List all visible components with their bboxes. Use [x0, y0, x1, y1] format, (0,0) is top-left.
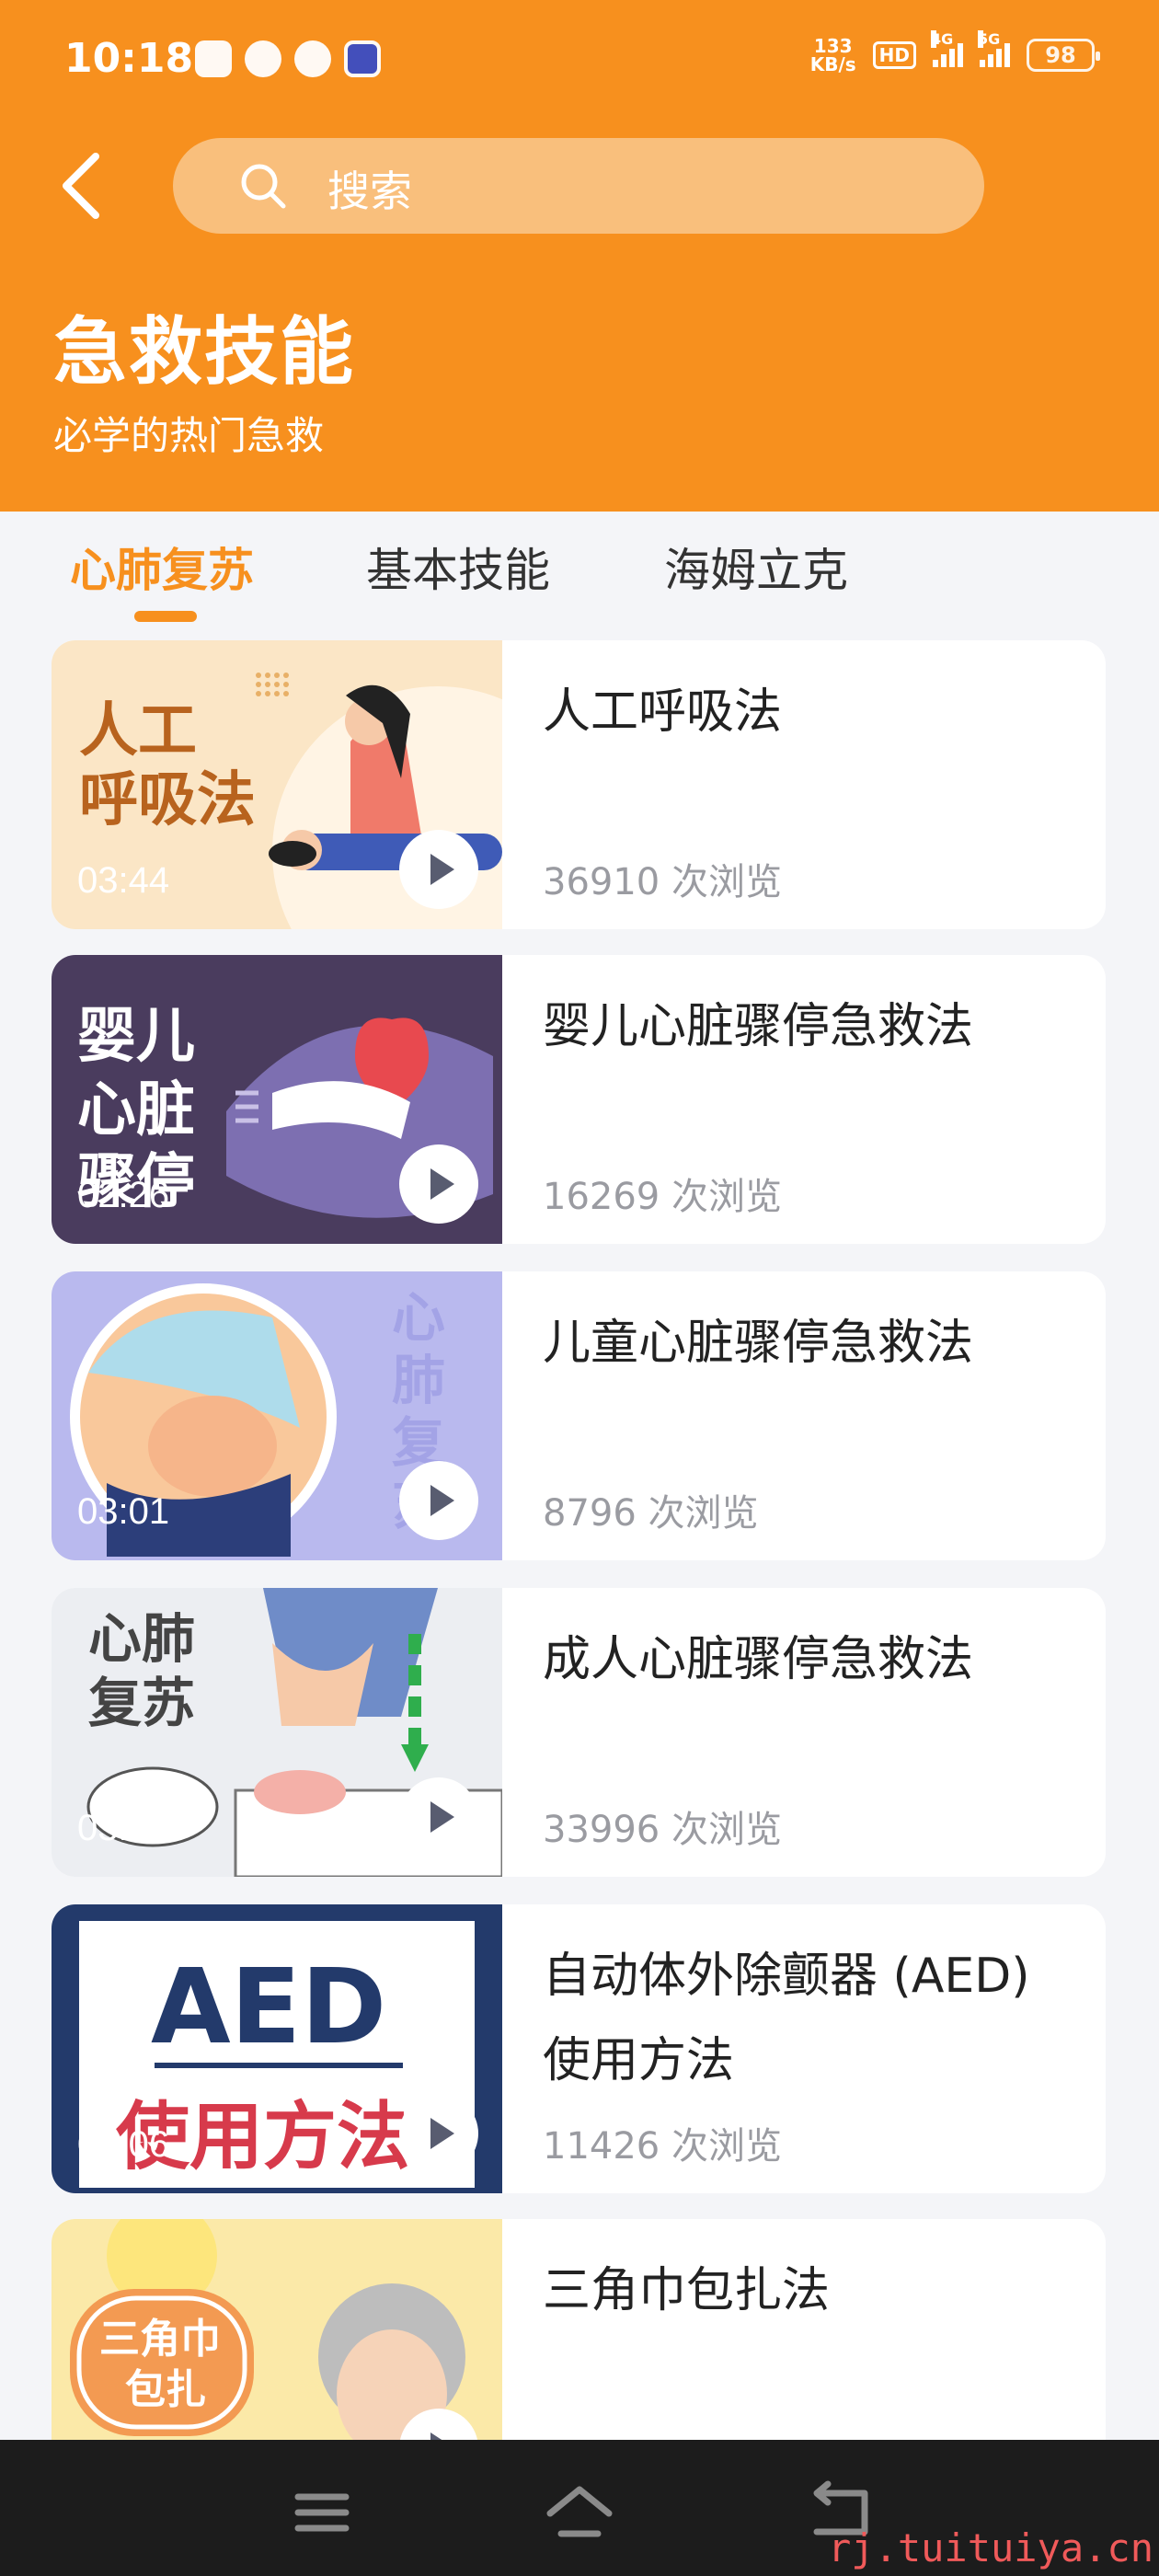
video-thumbnail: AED 使用方法 02:06 [52, 1904, 502, 2193]
menu-icon [294, 2493, 350, 2532]
net-speed-value: 133 [813, 35, 853, 57]
signal-4g-icon: 4G [931, 30, 963, 67]
tab-basic-skills[interactable]: 基本技能 [366, 534, 550, 600]
tab-bar: 心肺复苏 基本技能 海姆立克 [0, 512, 1159, 622]
svg-text:心: 心 [392, 1286, 445, 1349]
video-duration: 02:26 [77, 1175, 170, 1215]
video-thumbnail: 心 肺 复 苏 03:01 [52, 1271, 502, 1560]
tab-cpr[interactable]: 心肺复苏 [70, 534, 254, 600]
svg-text:肺: 肺 [392, 1349, 445, 1411]
app-notification-icon [344, 40, 381, 77]
header: 10:18 133 KB/s HD 4G 5G 98 搜索 急救技能 必学的热门… [0, 0, 1159, 512]
svg-text:心肺: 心肺 [88, 1607, 195, 1670]
video-card[interactable]: 婴儿 心脏 骤停 02:26 婴儿心脏骤停急救法 16269 次浏览 [52, 955, 1106, 1244]
video-thumbnail: 婴儿 心脏 骤停 02:26 [52, 955, 502, 1244]
video-card[interactable]: AED 使用方法 02:06 自动体外除颤器 (AED) 使用方法 11426 … [52, 1904, 1106, 2193]
chevron-left-icon [63, 153, 99, 219]
play-icon[interactable] [399, 830, 478, 909]
page: 10:18 133 KB/s HD 4G 5G 98 搜索 急救技能 必学的热门… [0, 0, 1159, 2576]
svg-text:婴儿: 婴儿 [77, 1003, 195, 1071]
play-icon[interactable] [399, 1777, 478, 1857]
video-views: 36910 次浏览 [543, 861, 782, 903]
play-icon[interactable] [399, 1461, 478, 1540]
video-views: 33996 次浏览 [543, 1809, 782, 1851]
battery-icon: 98 [1027, 39, 1100, 72]
page-subtitle: 必学的热门急救 [53, 413, 325, 458]
avatar-notification-icon [245, 40, 281, 77]
video-title: 成人心脏骤停急救法 [543, 1632, 974, 1687]
cloud-icon [294, 40, 331, 77]
tab-heimlich[interactable]: 海姆立克 [664, 534, 848, 600]
video-title: 儿童心脏骤停急救法 [543, 1316, 974, 1371]
video-title: 自动体外除颤器 (AED) 使用方法 [543, 1949, 1030, 2088]
video-duration: 03:01 [77, 1491, 170, 1532]
play-icon[interactable] [399, 2094, 478, 2173]
signal-4g-label: 4G [931, 30, 954, 48]
status-bar: 10:18 133 KB/s HD 4G 5G 98 [0, 0, 1159, 120]
video-duration: 02:06 [77, 2124, 170, 2165]
home-icon [546, 2486, 613, 2537]
video-card[interactable]: 心肺 复苏 03:10 成人心脏骤停急救法 33996 次浏览 [52, 1588, 1106, 1877]
status-right: 133 KB/s HD 4G 5G 98 [810, 30, 1100, 74]
svg-text:AED: AED [151, 1948, 386, 2067]
hd-badge: HD [872, 41, 916, 69]
play-icon[interactable] [399, 1144, 478, 1224]
video-title: 三角巾包扎法 [543, 2263, 831, 2318]
page-title: 急救技能 [53, 309, 355, 395]
video-title: 婴儿心脏骤停急救法 [543, 999, 974, 1054]
svg-text:三角巾: 三角巾 [99, 2316, 221, 2363]
video-views: 16269 次浏览 [543, 1176, 782, 1218]
signal-5g-label: 5G [978, 30, 1001, 48]
video-duration: 03:44 [77, 860, 170, 901]
battery-level: 98 [1045, 42, 1076, 68]
video-card[interactable]: 人工 呼吸法 03:44 人工呼吸法 36910 次浏览 [52, 640, 1106, 929]
svg-text:人工: 人工 [79, 697, 197, 765]
video-views: 11426 次浏览 [543, 2125, 782, 2168]
tab-indicator [134, 611, 197, 622]
back-button[interactable] [48, 138, 121, 230]
notification-icons [195, 40, 381, 77]
search-placeholder: 搜索 [327, 167, 412, 216]
search-input[interactable]: 搜索 [173, 138, 984, 234]
svg-text:呼吸法: 呼吸法 [79, 766, 256, 834]
net-speed-unit: KB/s [809, 53, 856, 75]
svg-text:复苏: 复苏 [88, 1672, 195, 1734]
watermark: rj.tuituiya.cn [827, 2525, 1153, 2570]
wechat-icon [195, 40, 232, 77]
video-title: 人工呼吸法 [543, 684, 783, 740]
svg-text:心脏: 心脏 [77, 1076, 195, 1144]
nav-home-button[interactable] [543, 2480, 616, 2545]
signal-5g-icon: 5G [978, 30, 1010, 67]
search-icon [241, 164, 286, 209]
svg-text:包扎: 包扎 [125, 2366, 206, 2413]
status-time: 10:18 [64, 35, 194, 82]
video-thumbnail: 人工 呼吸法 03:44 [52, 640, 502, 929]
video-duration: 03:10 [77, 1808, 170, 1848]
video-card[interactable]: 心 肺 复 苏 03:01 儿童心脏骤停急救法 8796 次浏览 [52, 1271, 1106, 1560]
video-views: 8796 次浏览 [543, 1492, 759, 1535]
nav-menu-button[interactable] [285, 2480, 359, 2545]
video-thumbnail: 心肺 复苏 03:10 [52, 1588, 502, 1877]
net-speed: 133 KB/s [810, 37, 856, 74]
